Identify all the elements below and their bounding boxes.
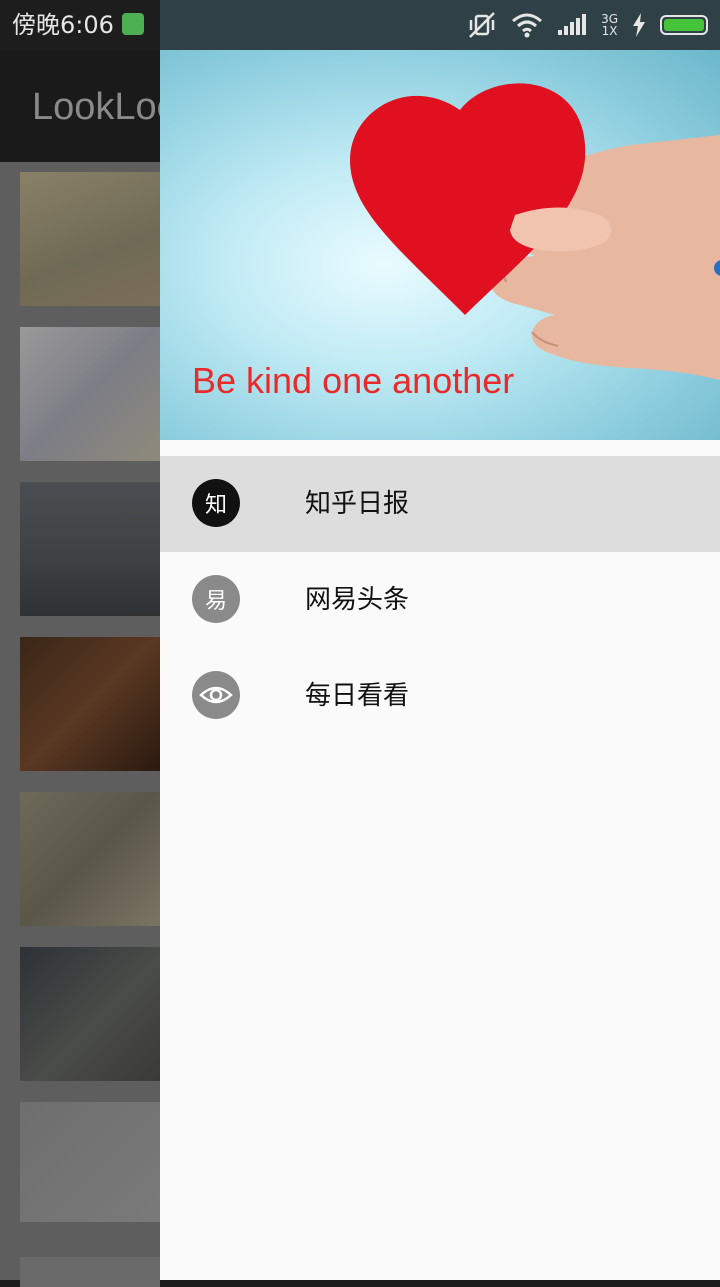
vibrate-off-icon <box>469 12 495 38</box>
network-type: 3G 1X <box>601 13 618 37</box>
app-title: LookLook <box>32 86 160 128</box>
sim-label: 1X <box>601 24 618 38</box>
status-icons: 3G 1X <box>467 10 708 40</box>
netease-icon-glyph: 易 <box>204 589 227 614</box>
list-item-thumbnail[interactable] <box>20 947 160 1081</box>
menu-item-zhihu-daily[interactable]: 知 知乎日报 <box>160 456 720 552</box>
netease-icon: 易 <box>192 575 240 623</box>
battery-icon <box>660 15 708 35</box>
list-item-thumbnail[interactable] <box>20 482 160 616</box>
menu-item-label: 网易头条 <box>305 585 410 615</box>
eye-icon <box>192 671 240 719</box>
zhihu-icon-glyph: 知 <box>204 493 227 518</box>
list-item-thumbnail[interactable] <box>20 1257 160 1287</box>
header-quote: Be kind one another <box>192 360 515 401</box>
app-toolbar: LookLook <box>0 50 160 162</box>
list-item-thumbnail[interactable] <box>20 1102 160 1222</box>
navigation-drawer: Be kind one another 知 知乎日报 易 网易头条 每日看看 <box>160 0 720 1280</box>
wifi-icon <box>512 13 543 38</box>
status-bar: 傍晚6:06 3G 1X <box>0 0 720 50</box>
zhihu-icon: 知 <box>192 479 240 527</box>
drawer-header: Be kind one another <box>160 50 720 440</box>
menu-item-label: 每日看看 <box>305 681 410 711</box>
eye-icon-glyph <box>199 686 233 704</box>
list-item-thumbnail[interactable] <box>20 172 160 306</box>
list-item-thumbnail[interactable] <box>20 637 160 771</box>
battery-level <box>664 19 704 31</box>
charging-icon <box>633 13 645 37</box>
status-time: 傍晚6:06 <box>12 11 114 39</box>
list-item-thumbnail[interactable] <box>20 327 160 461</box>
menu-item-daily-look[interactable]: 每日看看 <box>160 648 720 744</box>
app-notification-icon <box>122 13 144 35</box>
list-item-thumbnail[interactable] <box>20 792 160 926</box>
background-list <box>0 162 160 1287</box>
menu-item-label: 知乎日报 <box>305 489 410 519</box>
status-bar-right: 3G 1X <box>160 0 720 50</box>
drawer-menu: 知 知乎日报 易 网易头条 每日看看 <box>160 456 720 744</box>
menu-item-netease-headlines[interactable]: 易 网易头条 <box>160 552 720 648</box>
status-bar-left: 傍晚6:06 <box>0 0 160 50</box>
signal-icon <box>558 14 587 35</box>
